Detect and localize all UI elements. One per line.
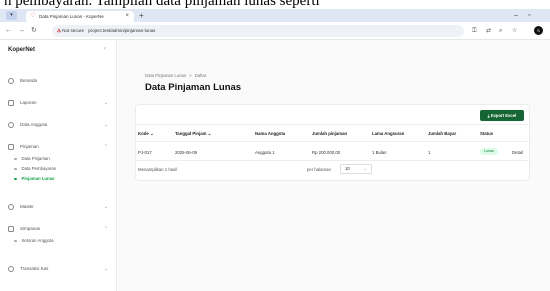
detail-link[interactable]: Detail — [512, 150, 523, 155]
tab-bar: ▾ ♡ Data Pinjaman Lunas - KoperNe × + – … — [0, 9, 550, 22]
per-page-select[interactable]: 10 ⌄ — [340, 164, 372, 174]
chevron-down-icon: ⌄ — [103, 100, 108, 106]
chevron-down-icon: ⌄ — [363, 166, 367, 171]
column-header-nama: Nama Anggota — [255, 131, 286, 136]
address-bar-row: ← → ↻ ⚠ Not secure project.test/admin/pin… — [0, 22, 550, 40]
wallet-icon — [8, 144, 14, 150]
tab-list-button[interactable]: ▾ — [6, 11, 17, 20]
sidebar-item-transaksi-kas[interactable]: Transaksi Kas ⌄ — [8, 264, 108, 274]
sidebar: KoperNet ‹ Beranda Laporan ⌄ Data Anggot… — [0, 40, 117, 291]
not-secure-label: Not secure — [62, 28, 85, 33]
minimize-icon[interactable]: – — [514, 10, 518, 21]
divider — [136, 160, 529, 161]
chevron-up-icon: ⌃ — [103, 226, 108, 232]
status-badge: Lunas — [480, 148, 498, 155]
column-header-jumlah: Jumlah pinjaman — [312, 131, 348, 136]
users-icon — [8, 122, 14, 128]
divider — [136, 141, 529, 142]
sidebar-item-laporan[interactable]: Laporan ⌄ — [8, 98, 108, 108]
sidebar-subitem-setoran-anggota[interactable]: Setoran Anggota — [14, 236, 108, 245]
tab-title: Data Pinjaman Lunas - KoperNe — [39, 14, 104, 19]
maximize-icon[interactable]: ▫ — [528, 10, 530, 21]
key-icon[interactable]: ⚿ — [472, 25, 477, 37]
cell-bayar: 1 — [428, 150, 431, 155]
sidebar-item-master[interactable]: Master ⌄ — [8, 202, 108, 212]
column-header-kode[interactable]: Kode ⌄ — [138, 131, 154, 137]
document-icon — [8, 100, 14, 106]
sidebar-item-data-anggota[interactable]: Data Anggota ⌄ — [8, 120, 108, 130]
breadcrumb-current: Daftar — [194, 73, 207, 78]
home-icon — [8, 78, 14, 84]
column-header-bayar: Jumlah Bayar — [428, 131, 457, 136]
translate-icon[interactable]: ⇄ — [486, 25, 491, 37]
close-icon[interactable]: × — [125, 11, 129, 22]
cash-icon — [8, 266, 14, 272]
sidebar-subitem-data-pembayaran[interactable]: Data Pembayaran — [14, 164, 108, 173]
breadcrumb: Data Pinjaman Lunas > Daftar — [145, 73, 207, 78]
forward-icon[interactable]: → — [18, 25, 25, 37]
address-bar[interactable]: ⚠ Not secure project.test/admin/pinjaman-… — [52, 25, 464, 37]
export-excel-button[interactable]: ⤓ Export Excel — [480, 110, 524, 121]
sidebar-subitem-data-pinjaman[interactable]: Data Pinjaman — [14, 154, 108, 163]
browser-tab[interactable]: ♡ Data Pinjaman Lunas - KoperNe × — [26, 11, 134, 22]
url-text: project.test/admin/pinjaman-lunas — [88, 28, 156, 33]
bank-icon — [8, 226, 14, 232]
column-header-lama: Lama Angsuran — [372, 131, 405, 136]
chevron-down-icon: ⌄ — [103, 122, 108, 128]
bullet-icon — [14, 239, 17, 243]
sidebar-item-pinjaman[interactable]: Pinjaman ⌃ — [8, 142, 108, 152]
sidebar-subitem-pinjaman-lunas[interactable]: Pinjaman Lunas — [14, 174, 108, 183]
reload-icon[interactable]: ↻ — [31, 25, 37, 37]
results-count: Menampilkan 1 hasil — [138, 167, 178, 172]
cell-jumlah: Rp 200.000,00 — [312, 150, 341, 155]
star-icon[interactable]: ☆ — [512, 25, 517, 37]
table-card — [135, 104, 530, 181]
brand-logo: KoperNet — [8, 47, 36, 53]
zoom-icon[interactable]: ⌕ — [499, 25, 502, 37]
column-header-tanggal[interactable]: Tanggal Pinjam ⌄ — [175, 131, 211, 137]
cell-nama: Anggota 1 — [255, 150, 275, 155]
gear-icon — [8, 204, 14, 210]
chevron-up-icon: ⌃ — [103, 144, 108, 150]
chevron-down-icon: ⌄ — [103, 204, 108, 210]
new-tab-button[interactable]: + — [139, 11, 144, 21]
back-icon[interactable]: ← — [5, 25, 12, 37]
chevron-down-icon: ⌄ — [103, 266, 108, 272]
sidebar-item-simpanan[interactable]: Simpanan ⌃ — [8, 224, 108, 234]
cell-kode: PJ-017 — [138, 150, 152, 155]
bullet-icon — [14, 157, 17, 161]
heart-icon: ♡ — [30, 13, 36, 19]
bullet-icon — [14, 167, 17, 171]
cell-tanggal: 2025-06-09 — [175, 150, 197, 155]
breadcrumb-link[interactable]: Data Pinjaman Lunas — [145, 73, 186, 78]
collapse-sidebar-icon[interactable]: ‹ — [104, 46, 106, 52]
cell-lama: 1 Bulan — [372, 150, 387, 155]
page-title: Data Pinjaman Lunas — [145, 82, 242, 93]
sidebar-item-beranda[interactable]: Beranda — [8, 76, 108, 86]
column-header-status: Status — [480, 131, 494, 136]
profile-avatar[interactable]: S — [534, 26, 543, 35]
bullet-icon — [14, 177, 17, 181]
divider — [136, 124, 529, 125]
per-page-label: per halaman — [307, 167, 331, 172]
